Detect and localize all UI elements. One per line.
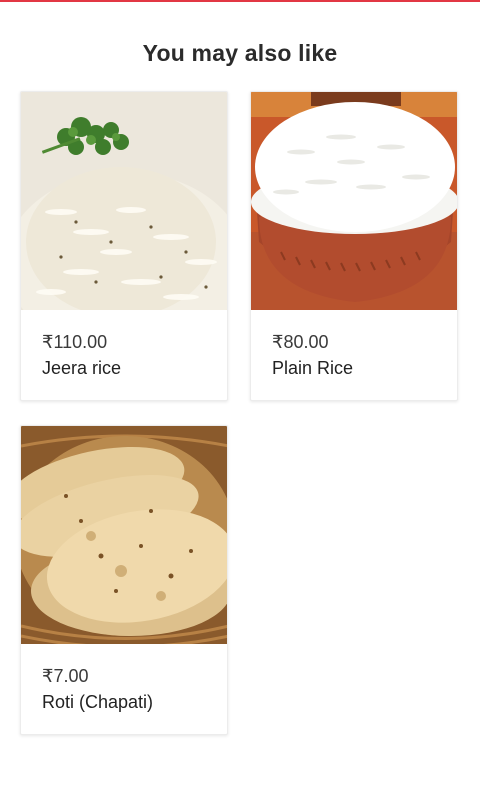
roti-image [21, 426, 227, 644]
plain-rice-image [251, 92, 457, 310]
product-card-jeera-rice[interactable]: ₹110.00 Jeera rice [20, 91, 228, 401]
section-title: You may also like [142, 40, 338, 66]
product-name: Roti (Chapati) [42, 692, 154, 712]
product-name: Jeera rice [42, 358, 122, 378]
product-card-plain-rice[interactable]: ₹80.00 Plain Rice [250, 91, 458, 401]
product-name: Plain Rice [272, 358, 354, 378]
product-card-roti[interactable]: ₹7.00 Roti (Chapati) [20, 425, 228, 735]
product-price: ₹80.00 [272, 332, 329, 352]
jeera-rice-image [21, 92, 227, 310]
top-accent-bar [0, 0, 480, 2]
product-price: ₹7.00 [42, 666, 89, 686]
product-price: ₹110.00 [42, 332, 108, 352]
